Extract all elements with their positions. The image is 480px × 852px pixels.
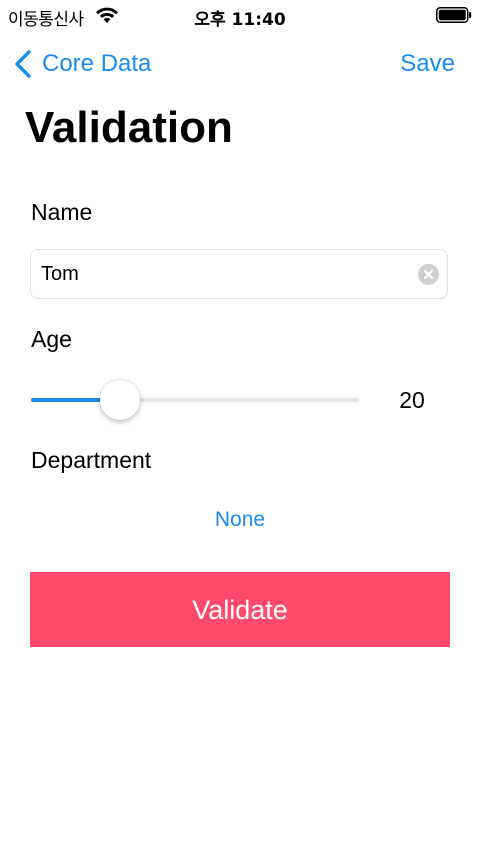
- save-button[interactable]: Save: [400, 46, 455, 82]
- age-slider[interactable]: [31, 380, 359, 420]
- name-input[interactable]: [41, 250, 411, 298]
- status-bar: 이동통신사 오후 11:40: [0, 0, 480, 30]
- name-field[interactable]: [30, 249, 448, 299]
- age-label: Age: [31, 326, 72, 352]
- department-picker[interactable]: None: [30, 505, 450, 535]
- clear-text-icon[interactable]: [418, 264, 439, 285]
- battery-icon: [436, 7, 472, 23]
- chevron-left-icon: [15, 50, 31, 78]
- page-title: Validation: [25, 103, 233, 152]
- status-time: 오후 11:40: [194, 10, 286, 30]
- department-label: Department: [31, 447, 152, 473]
- back-button[interactable]: Core Data: [12, 46, 151, 82]
- validate-button[interactable]: Validate: [30, 572, 450, 647]
- slider-thumb[interactable]: [100, 380, 141, 420]
- name-label: Name: [31, 199, 93, 225]
- age-value: 20: [399, 387, 425, 413]
- back-button-label: Core Data: [42, 50, 152, 77]
